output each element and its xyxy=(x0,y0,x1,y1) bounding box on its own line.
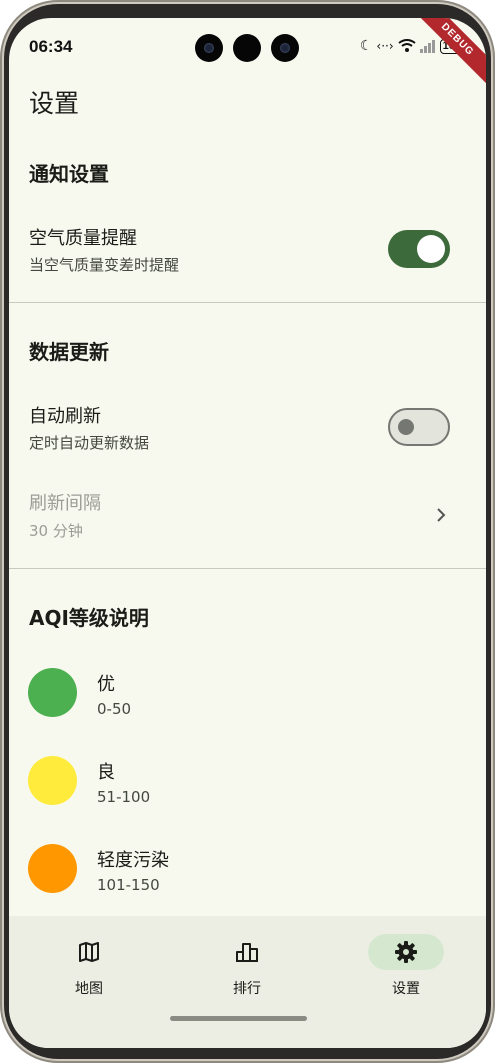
aqi-color-dot xyxy=(28,844,77,893)
moon-icon: ☾ xyxy=(359,38,373,54)
signal-icon xyxy=(419,40,435,53)
home-indicator[interactable] xyxy=(170,1016,307,1021)
section-title-data-update: 数据更新 xyxy=(29,340,109,364)
aqi-level-label: 优 xyxy=(97,674,115,695)
nav-label: 设置 xyxy=(392,981,420,997)
item-title: 刷新间隔 xyxy=(29,493,101,514)
aqi-level-row: 轻度污染 101-150 xyxy=(9,834,486,904)
item-title: 空气质量提醒 xyxy=(29,228,137,249)
section-title-aqi: AQI等级说明 xyxy=(29,606,149,630)
auto-refresh-switch[interactable] xyxy=(388,408,450,446)
divider xyxy=(9,568,486,569)
chevron-right-icon xyxy=(437,508,446,522)
aqi-color-dot xyxy=(28,756,77,805)
camera-icon xyxy=(195,34,223,62)
air-quality-alert-item[interactable]: 空气质量提醒 当空气质量变差时提醒 xyxy=(9,208,486,288)
nav-item-map[interactable]: 地图 xyxy=(9,934,169,1004)
divider xyxy=(9,302,486,303)
map-icon xyxy=(79,942,99,962)
aqi-level-row: 良 51-100 xyxy=(9,746,486,816)
air-quality-alert-switch[interactable] xyxy=(388,230,450,268)
nav-item-ranking[interactable]: 排行 xyxy=(167,934,327,1004)
item-subtitle: 定时自动更新数据 xyxy=(29,434,150,452)
nav-item-settings[interactable]: 设置 xyxy=(326,934,486,1004)
item-subtitle: 当空气质量变差时提醒 xyxy=(29,256,180,274)
status-time: 06:34 xyxy=(29,37,73,56)
aqi-level-row: 优 0-50 xyxy=(9,658,486,728)
item-value: 30 分钟 xyxy=(29,522,83,540)
refresh-interval-item[interactable]: 刷新间隔 30 分钟 xyxy=(9,473,486,553)
nav-label: 排行 xyxy=(233,981,261,997)
camera-icon xyxy=(271,34,299,62)
item-title: 自动刷新 xyxy=(29,406,101,427)
data-transfer-icon: ‹··› xyxy=(376,39,394,53)
section-title-notifications: 通知设置 xyxy=(29,162,109,186)
wifi-icon xyxy=(398,39,416,52)
status-bar: 06:34 ☾ ‹··› 100 DEBUG xyxy=(9,18,486,94)
aqi-level-range: 0-50 xyxy=(97,700,132,718)
nav-label: 地图 xyxy=(75,981,103,997)
page-title: 设置 xyxy=(29,89,80,118)
aqi-level-range: 101-150 xyxy=(97,876,160,894)
aqi-level-label: 良 xyxy=(97,762,115,783)
camera-icon xyxy=(233,34,261,62)
aqi-color-dot xyxy=(28,668,77,717)
screen: 06:34 ☾ ‹··› 100 DEBUG 设置 通知设置 空气质量提醒 xyxy=(9,18,486,1048)
bottom-navigation: 地图 排行 设置 xyxy=(9,916,486,1048)
aqi-level-label: 轻度污染 xyxy=(97,850,169,871)
leaderboard-icon xyxy=(236,943,258,962)
aqi-level-range: 51-100 xyxy=(97,788,151,806)
gear-icon xyxy=(395,941,417,963)
auto-refresh-item[interactable]: 自动刷新 定时自动更新数据 xyxy=(9,386,486,466)
debug-banner: DEBUG xyxy=(403,18,486,94)
